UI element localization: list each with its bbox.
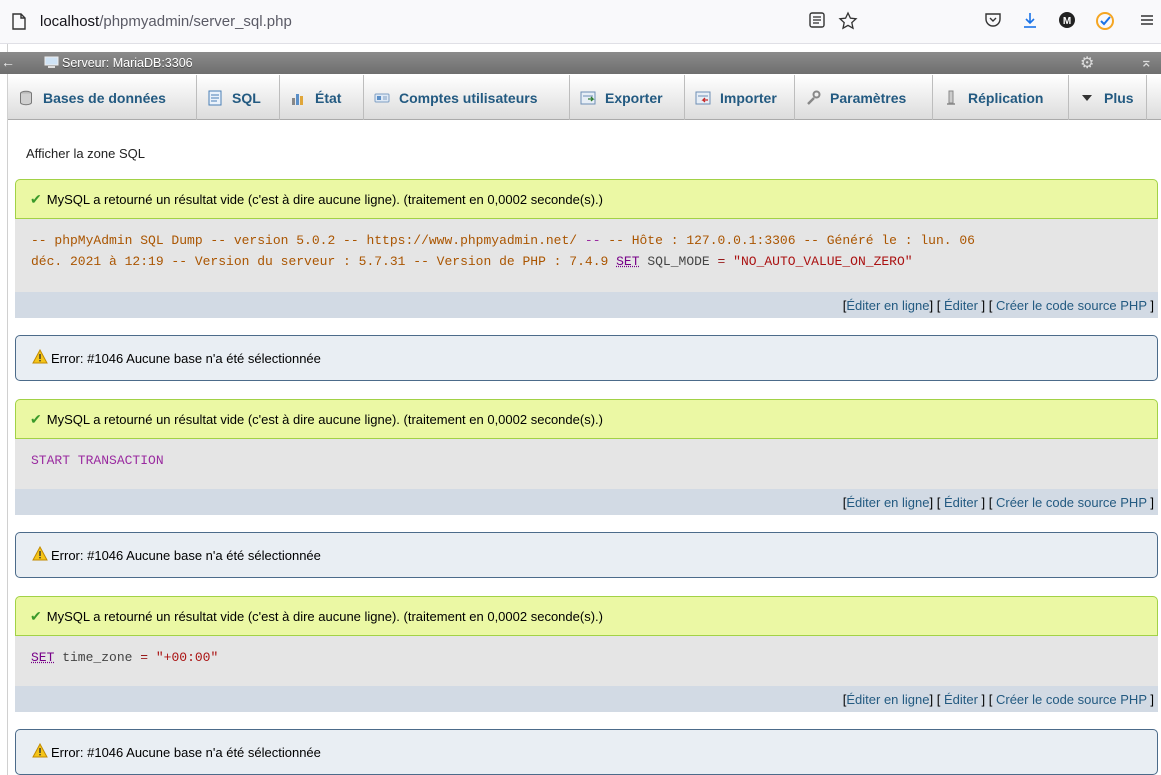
tab-sql[interactable]: SQL — [197, 75, 280, 120]
tab-more[interactable]: Plus — [1069, 75, 1147, 120]
wrench-icon — [805, 90, 821, 106]
export-icon — [580, 90, 596, 106]
tab-settings[interactable]: Paramètres — [795, 75, 933, 120]
sql-comment: déc. 2021 à 12:19 -- Version du serveur … — [31, 254, 617, 269]
show-sql-link[interactable]: Afficher la zone SQL — [26, 146, 145, 161]
extension-check-icon[interactable] — [1095, 11, 1117, 33]
navigation-panel-edge — [0, 44, 8, 775]
page-icon — [12, 13, 26, 33]
sql-comment: -- phpMyAdmin SQL Dump -- version 5.0.2 … — [31, 233, 585, 248]
success-text: MySQL a retourné un résultat vide (c'est… — [46, 411, 603, 427]
warning-icon — [32, 742, 48, 761]
sql-comment: -- — [584, 233, 601, 248]
error-text: Error: #1046 Aucune base n'a été sélecti… — [51, 350, 321, 366]
browser-toolbar: localhost/phpmyadmin/server_sql.php M — [0, 0, 1161, 44]
users-icon — [374, 90, 390, 106]
replication-icon — [943, 90, 959, 106]
sql-query-display: -- phpMyAdmin SQL Dump -- version 5.0.2 … — [15, 219, 1158, 292]
gear-icon[interactable]: ⚙ — [1080, 53, 1094, 73]
sql-keyword: START TRANSACTION — [31, 453, 164, 468]
edit-inline-link[interactable]: Éditer en ligne — [846, 298, 929, 313]
edit-link[interactable]: Éditer — [944, 692, 978, 707]
download-icon[interactable] — [1021, 11, 1043, 33]
tab-label: État — [315, 89, 342, 106]
collapse-up-icon[interactable]: ⌅ — [1140, 53, 1153, 71]
menu-icon[interactable] — [1138, 11, 1160, 33]
edit-link[interactable]: Éditer — [944, 298, 978, 313]
collapse-arrow-icon[interactable]: ← — [1, 54, 15, 70]
server-label[interactable]: Serveur: MariaDB:3306 — [62, 56, 193, 70]
status-icon — [290, 90, 306, 106]
success-message: ✔ MySQL a retourné un résultat vide (c'e… — [15, 596, 1158, 636]
create-php-link[interactable]: Créer le code source PHP — [996, 692, 1147, 707]
pocket-icon[interactable] — [984, 11, 1006, 33]
error-message: Error: #1046 Aucune base n'a été sélecti… — [15, 335, 1158, 381]
tab-export[interactable]: Exporter — [570, 75, 685, 120]
error-message: Error: #1046 Aucune base n'a été sélecti… — [15, 729, 1158, 775]
server-breadcrumb-bar: ← Serveur: MariaDB:3306 ⚙ ⌅ — [0, 52, 1161, 74]
sql-icon — [207, 90, 223, 106]
tab-label: Plus — [1104, 89, 1134, 106]
sql-string: "NO_AUTO_VALUE_ON_ZERO" — [725, 254, 913, 269]
edit-inline-link[interactable]: Éditer en ligne — [846, 495, 929, 510]
checkmark-icon: ✔ — [30, 607, 42, 624]
top-menu-tabs: Bases de données SQL État Comptes utilis… — [8, 75, 1161, 120]
query-actions: [Éditer en ligne] [ Éditer ] [ Créer le … — [15, 489, 1158, 515]
query-actions: [Éditer en ligne] [ Éditer ] [ Créer le … — [15, 292, 1158, 318]
edit-inline-link[interactable]: Éditer en ligne — [846, 692, 929, 707]
tab-label: Bases de données — [43, 89, 166, 106]
server-icon — [44, 56, 59, 72]
sql-operator: = — [140, 650, 149, 665]
address-bar[interactable]: localhost/phpmyadmin/server_sql.php — [40, 13, 292, 30]
success-text: MySQL a retourné un résultat vide (c'est… — [46, 191, 603, 207]
tab-label: Importer — [720, 89, 777, 106]
url-path: /phpmyadmin/server_sql.php — [99, 13, 292, 30]
tab-replication[interactable]: Réplication — [933, 75, 1069, 120]
tab-label: Comptes utilisateurs — [399, 89, 538, 106]
sql-query-display: SET time_zone = "+00:00" — [15, 636, 1158, 686]
error-text: Error: #1046 Aucune base n'a été sélecti… — [51, 744, 321, 760]
svg-text:M: M — [1063, 16, 1071, 27]
sql-keyword[interactable]: SET — [31, 650, 54, 665]
tab-label: Paramètres — [830, 89, 907, 106]
tab-databases[interactable]: Bases de données — [8, 75, 197, 120]
sql-comment: -- Hôte : 127.0.0.1:3306 -- Généré le : … — [600, 233, 975, 248]
reader-view-icon[interactable] — [808, 11, 830, 33]
checkmark-icon: ✔ — [30, 410, 42, 427]
checkmark-icon: ✔ — [30, 190, 42, 207]
error-text: Error: #1046 Aucune base n'a été sélecti… — [51, 547, 321, 563]
create-php-link[interactable]: Créer le code source PHP — [996, 298, 1147, 313]
success-message: ✔ MySQL a retourné un résultat vide (c'e… — [15, 399, 1158, 439]
query-actions: [Éditer en ligne] [ Éditer ] [ Créer le … — [15, 686, 1158, 712]
tab-import[interactable]: Importer — [685, 75, 795, 120]
tab-label: Exporter — [605, 89, 663, 106]
sql-string: "+00:00" — [155, 650, 219, 665]
tab-label: Réplication — [968, 89, 1044, 106]
error-message: Error: #1046 Aucune base n'a été sélecti… — [15, 532, 1158, 578]
sql-identifier: SQL_MODE — [639, 254, 718, 269]
success-text: MySQL a retourné un résultat vide (c'est… — [46, 608, 603, 624]
warning-icon — [32, 545, 48, 564]
edit-link[interactable]: Éditer — [944, 495, 978, 510]
database-icon — [18, 90, 34, 106]
success-message: ✔ MySQL a retourné un résultat vide (c'e… — [15, 179, 1158, 219]
url-host: localhost — [40, 13, 100, 30]
sql-identifier: time_zone — [54, 650, 141, 665]
extension-m-icon[interactable]: M — [1058, 11, 1080, 33]
sql-query-display: START TRANSACTION — [15, 439, 1158, 489]
sql-keyword[interactable]: SET — [616, 254, 639, 269]
tab-label: SQL — [232, 89, 261, 106]
import-icon — [695, 90, 711, 106]
create-php-link[interactable]: Créer le code source PHP — [996, 495, 1147, 510]
tab-status[interactable]: État — [280, 75, 364, 120]
bookmark-star-icon[interactable] — [838, 11, 860, 33]
tab-user-accounts[interactable]: Comptes utilisateurs — [364, 75, 570, 120]
warning-icon — [32, 348, 48, 367]
caret-down-icon — [1079, 90, 1095, 106]
